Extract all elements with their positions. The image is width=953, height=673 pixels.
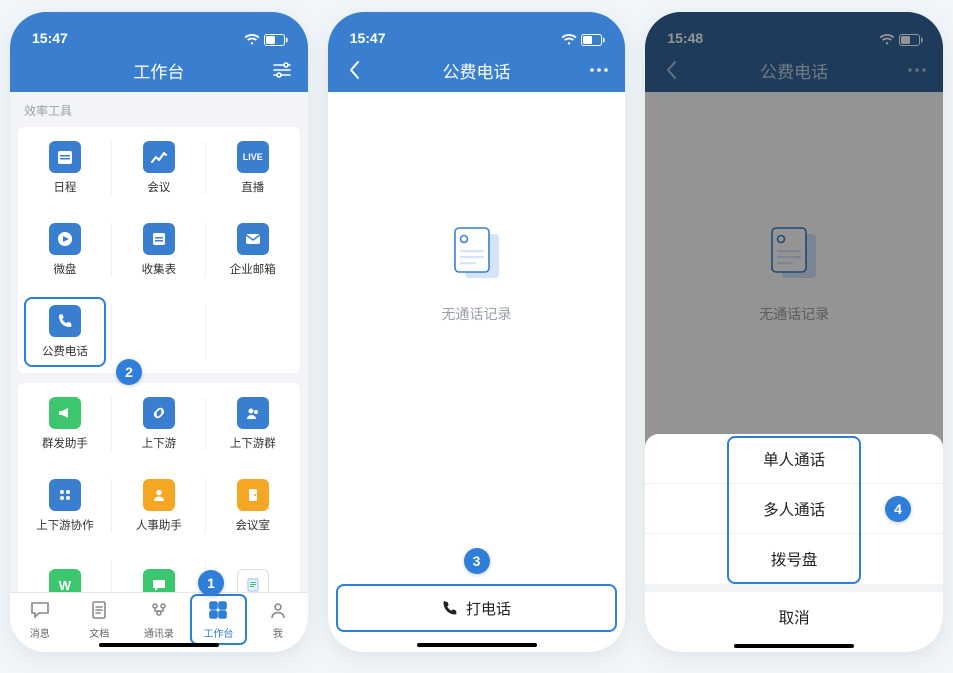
app-微盘[interactable]: 微盘 (18, 209, 112, 291)
app-群发助手[interactable]: 群发助手 (18, 383, 112, 465)
phone-workbench: 15:47 工作台 效率工具 日程 会议 LIVE直播微盘 收集表 企业邮箱公费电话 群… (10, 12, 308, 652)
phone-icon (442, 600, 458, 616)
status-time: 15:47 (350, 30, 386, 46)
more-icon (589, 67, 609, 73)
battery-icon (264, 34, 288, 46)
grid-spacer (206, 291, 300, 373)
call-button-wrap: 打电话 3 (328, 576, 626, 652)
tab-消息[interactable]: 消息 (10, 593, 70, 646)
wifi-icon (244, 34, 260, 46)
app-人事助手[interactable]: 人事助手 (112, 465, 206, 547)
tab-label: 我 (273, 625, 283, 640)
step-badge-4: 4 (885, 496, 911, 522)
more-button[interactable] (577, 48, 621, 92)
workbench-content: 效率工具 日程 会议 LIVE直播微盘 收集表 企业邮箱公费电话 群发助手 上下游 上下游群… (10, 92, 308, 592)
grid-card-tools: 日程 会议 LIVE直播微盘 收集表 企业邮箱公费电话 (18, 127, 300, 373)
tab-文档[interactable]: 文档 (70, 593, 130, 646)
status-time: 15:47 (32, 30, 68, 46)
action-sheet: 单人通话多人通话拨号盘 取消 4 (645, 434, 943, 652)
tab-contacts-icon (148, 600, 170, 623)
app-label: 会议 (147, 179, 170, 195)
app-会议室[interactable]: 会议室 (206, 465, 300, 547)
tab-label: 工作台 (203, 625, 233, 640)
home-indicator[interactable] (734, 644, 854, 648)
app-label: 上下游协作 (36, 517, 94, 533)
app-label: 群发助手 (42, 435, 88, 451)
step-badge-3: 3 (464, 548, 490, 574)
tab-label: 通讯录 (144, 625, 174, 640)
tab-chat-icon (29, 600, 51, 623)
app-chat-icon[interactable] (112, 547, 206, 592)
nav-bar: 公费电话 (328, 48, 626, 92)
tab-工作台[interactable]: 工作台 (189, 593, 249, 646)
empty-state: 无通话记录 (328, 92, 626, 576)
status-right-icons (561, 34, 605, 46)
status-right-icons (244, 34, 288, 46)
app-上下游群[interactable]: 上下游群 (206, 383, 300, 465)
step-badge-1: 1 (198, 570, 224, 596)
nav-title: 公费电话 (443, 58, 511, 83)
app-wps-icon[interactable]: W (18, 547, 112, 592)
app-label: 微盘 (53, 261, 76, 277)
app-上下游[interactable]: 上下游 (112, 383, 206, 465)
sheet-separator (645, 584, 943, 592)
app-label: 人事助手 (136, 517, 182, 533)
tab-grid-icon (208, 600, 228, 623)
chevron-left-icon (348, 60, 360, 80)
wifi-icon (561, 34, 577, 46)
home-indicator[interactable] (417, 643, 537, 647)
tab-me-icon (268, 600, 288, 623)
app-label: 上下游 (142, 435, 177, 451)
app-label: 会议室 (235, 517, 270, 533)
sheet-option-0[interactable]: 单人通话 (645, 434, 943, 484)
nav-bar: 工作台 (10, 48, 308, 92)
app-收集表[interactable]: 收集表 (112, 209, 206, 291)
app-label: 上下游群 (230, 435, 276, 451)
settings-lines-icon (272, 62, 292, 78)
tab-我[interactable]: 我 (248, 593, 308, 646)
app-label: 日程 (53, 179, 76, 195)
app-直播[interactable]: LIVE直播 (206, 127, 300, 209)
call-button-label: 打电话 (466, 598, 511, 619)
status-bar: 15:47 (328, 12, 626, 48)
app-企业邮箱[interactable]: 企业邮箱 (206, 209, 300, 291)
settings-button[interactable] (260, 48, 304, 92)
phone-action-sheet: 15:48 公费电话 无通话记录 单人通话多人通话拨号盘 取消 4 (645, 12, 943, 652)
app-上下游协作[interactable]: 上下游协作 (18, 465, 112, 547)
app-公费电话[interactable]: 公费电话 (18, 291, 112, 373)
back-button[interactable] (332, 48, 376, 92)
phone-call-log: 15:47 公费电话 无通话记录 打电话 3 (328, 12, 626, 652)
sheet-cancel[interactable]: 取消 (645, 592, 943, 642)
status-bar: 15:47 (10, 12, 308, 48)
sheet-option-2[interactable]: 拨号盘 (645, 534, 943, 584)
grid-card-more: 群发助手 上下游 上下游群上下游协作 人事助手 会议室 W (18, 383, 300, 592)
app-会议[interactable]: 会议 (112, 127, 206, 209)
step-badge-2: 2 (116, 359, 142, 385)
empty-text: 无通话记录 (442, 304, 512, 324)
app-label: 收集表 (142, 261, 177, 277)
app-label: 公费电话 (42, 343, 88, 359)
app-label: 直播 (241, 179, 264, 195)
section-label: 效率工具 (10, 92, 308, 127)
app-日程[interactable]: 日程 (18, 127, 112, 209)
empty-doc-icon (445, 222, 509, 286)
tab-label: 消息 (30, 625, 50, 640)
nav-title: 工作台 (133, 58, 184, 83)
tab-label: 文档 (89, 625, 109, 640)
battery-icon (581, 34, 605, 46)
modal-overlay-top (645, 12, 943, 92)
tab-通讯录[interactable]: 通讯录 (129, 593, 189, 646)
app-label: 企业邮箱 (230, 261, 276, 277)
call-button[interactable]: 打电话 (338, 586, 616, 630)
tab-doc-icon (89, 600, 109, 623)
home-indicator[interactable] (99, 643, 219, 647)
